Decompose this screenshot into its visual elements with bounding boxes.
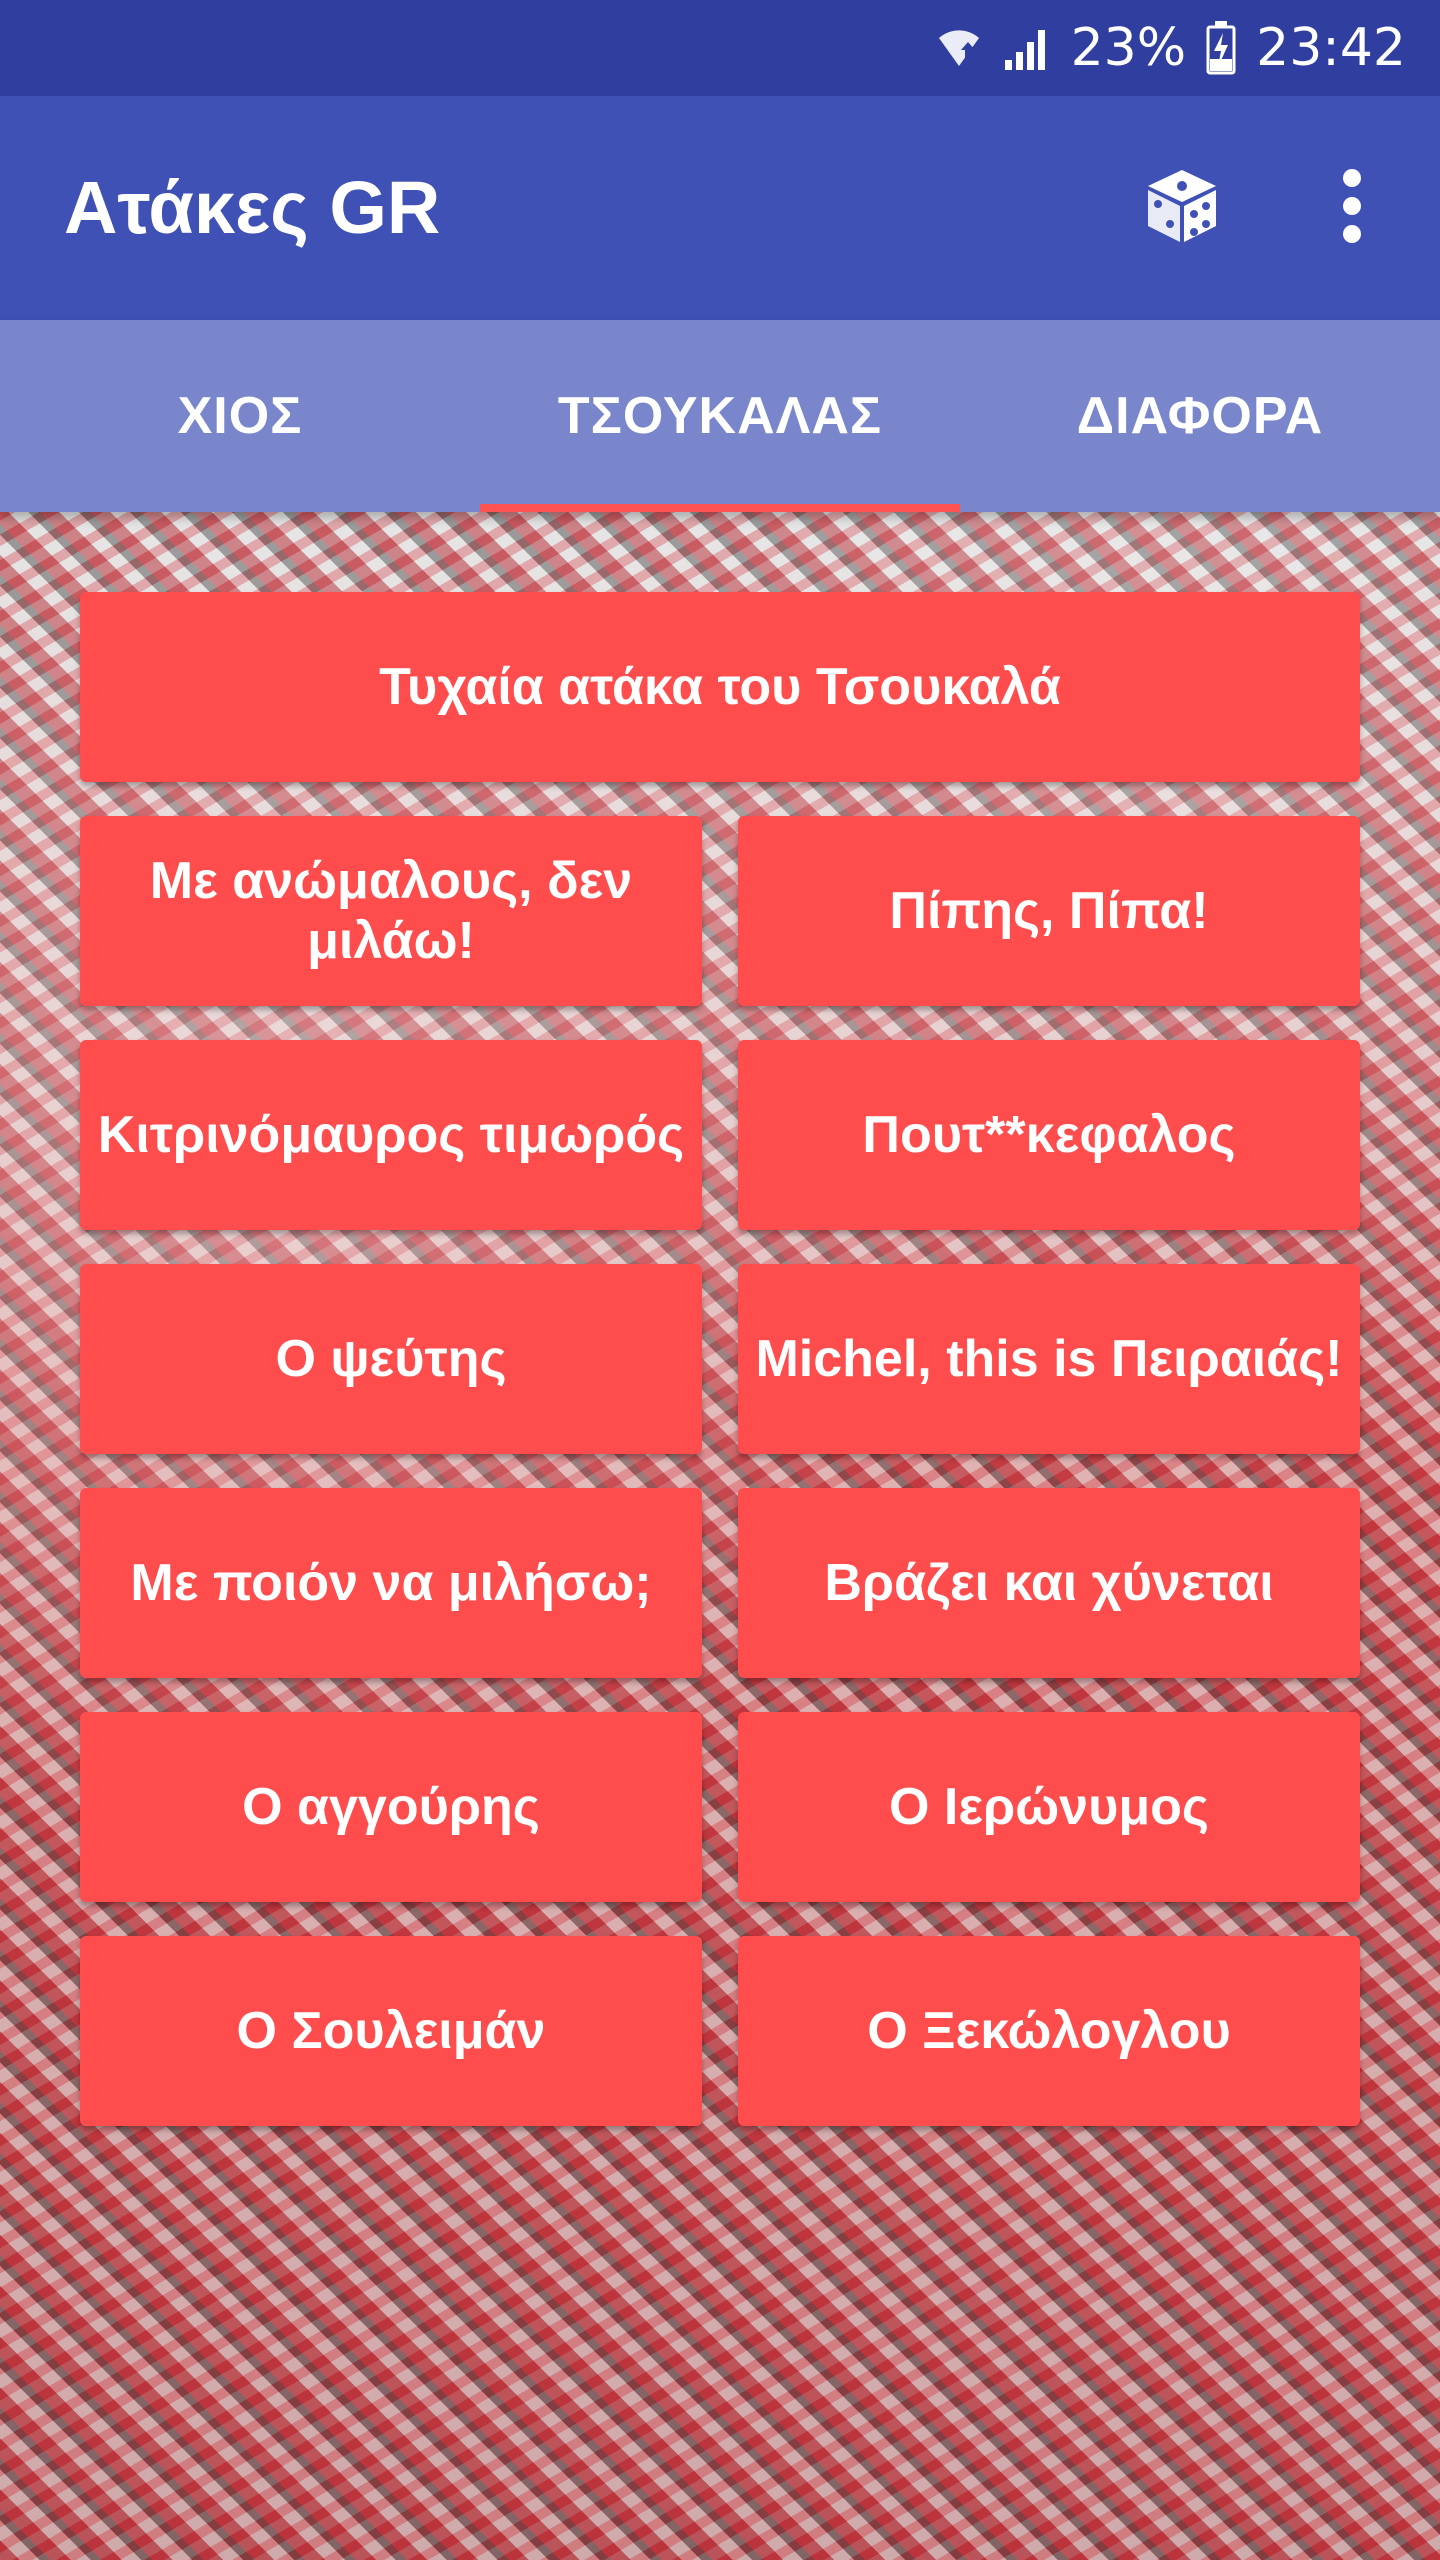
tab-chios[interactable]: ΧΙΟΣ <box>0 320 480 512</box>
dice-icon[interactable] <box>1142 166 1222 246</box>
quote-button[interactable]: Πουτ**κεφαλος <box>738 1040 1360 1230</box>
quote-button[interactable]: Ο Σουλειμάν <box>80 1936 702 2126</box>
app-bar: Ατάκες GR <box>0 96 1440 320</box>
clock: 23:42 <box>1256 18 1406 78</box>
quote-button[interactable]: Κιτρινόμαυρος τιμωρός <box>80 1040 702 1230</box>
more-vert-icon[interactable] <box>1322 156 1382 256</box>
battery-percent: 23% <box>1070 18 1187 78</box>
tab-bar: ΧΙΟΣ ΤΣΟΥΚΑΛΑΣ ΔΙΑΦΟΡΑ <box>0 320 1440 512</box>
quote-button[interactable]: Βράζει και χύνεται <box>738 1488 1360 1678</box>
random-quote-button[interactable]: Τυχαία ατάκα του Τσουκαλά <box>80 592 1360 782</box>
quote-button[interactable]: Ο Ξεκώλογλου <box>738 1936 1360 2126</box>
app-title: Ατάκες GR <box>64 166 441 249</box>
quote-button[interactable]: Με ανώμαλους, δεν μιλάω! <box>80 816 702 1006</box>
signal-icon <box>1004 30 1045 70</box>
content-area: Τυχαία ατάκα του Τσουκαλά Με ανώμαλους, … <box>0 512 1440 2560</box>
status-bar: 23% 23:42 <box>0 0 1440 96</box>
quote-button[interactable]: Ο ψεύτης <box>80 1264 702 1454</box>
quote-button[interactable]: Ο Ιερώνυμος <box>738 1712 1360 1902</box>
wifi-icon <box>938 30 979 66</box>
quote-button[interactable]: Με ποιόν να μιλήσω; <box>80 1488 702 1678</box>
quote-button[interactable]: Michel, this is Πειραιάς! <box>738 1264 1360 1454</box>
battery-charging-icon <box>1206 21 1236 75</box>
tab-diafora[interactable]: ΔΙΑΦΟΡΑ <box>960 320 1440 512</box>
quote-button[interactable]: Ο αγγούρης <box>80 1712 702 1902</box>
quote-button[interactable]: Πίπης, Πίπα! <box>738 816 1360 1006</box>
tab-tsoukalas[interactable]: ΤΣΟΥΚΑΛΑΣ <box>480 320 960 512</box>
